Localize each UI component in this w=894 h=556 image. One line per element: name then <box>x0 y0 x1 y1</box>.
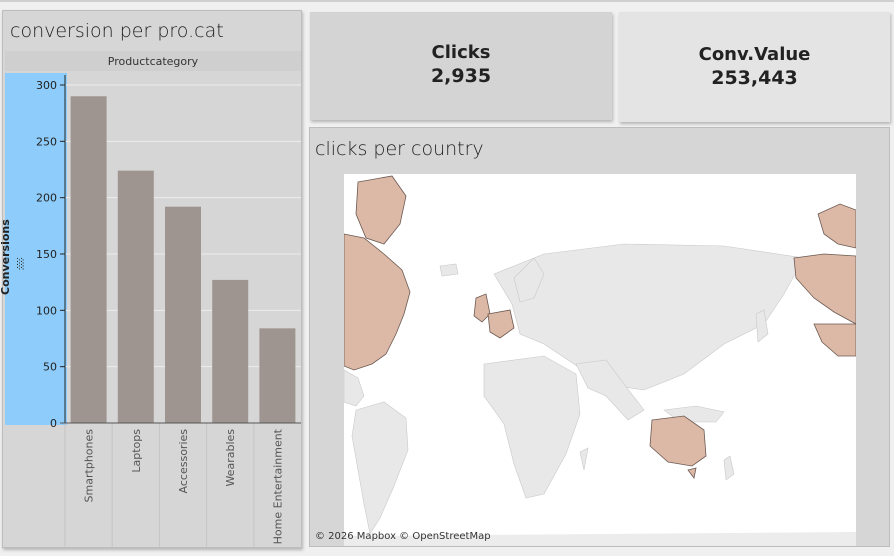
bar-wearables[interactable] <box>212 279 249 423</box>
bar-laptops[interactable] <box>117 170 154 423</box>
y-tick-label: 200 <box>36 192 57 205</box>
western-europe-shape <box>487 309 515 339</box>
y-tick-label: 100 <box>36 304 57 317</box>
kpi-card-conv-value[interactable]: Conv.Value 253,443 <box>619 12 890 122</box>
madagascar-shape <box>579 447 589 471</box>
kpi-clicks-value: 2,935 <box>430 65 492 87</box>
map-attribution[interactable]: © 2026 Mapbox © OpenStreetMap <box>315 531 491 542</box>
world-map-graphic <box>344 175 856 546</box>
y-tick-label: 150 <box>36 248 57 261</box>
conversion-chart-panel[interactable]: conversion per pro.cat Productcategory C… <box>0 10 302 548</box>
australia-shape <box>649 415 707 467</box>
x-tick-label: Smartphones <box>83 429 96 503</box>
greenland-shape <box>355 175 407 245</box>
kpi-conv-value-label: Conv.Value <box>698 44 811 65</box>
tasmania-shape <box>687 467 697 479</box>
south-america-shape <box>351 401 409 535</box>
x-tick-label: Laptops <box>130 429 143 473</box>
uk-shape <box>473 293 491 323</box>
kpi-conv-value-value: 253,443 <box>711 67 798 89</box>
x-tick-label: Wearables <box>224 429 237 487</box>
y-tick-label: 0 <box>50 417 57 430</box>
iceland-shape <box>439 263 459 277</box>
y-tick-label: 250 <box>36 135 57 148</box>
map-panel[interactable]: clicks per country © 2026 Mapbox © OpenS… <box>309 127 890 547</box>
canada-east-islands-shape <box>817 203 856 249</box>
x-tick-label: Home Entertainment <box>271 428 284 544</box>
bar-accessories[interactable] <box>165 206 201 423</box>
central-america-shape <box>344 369 365 407</box>
bar-smartphones[interactable] <box>70 96 107 424</box>
new-zealand-shape <box>723 455 735 481</box>
y-tick-label: 50 <box>43 361 57 374</box>
alaska-shape <box>793 253 856 325</box>
x-tick-label: Accessories <box>177 429 190 494</box>
map-panel-title: clicks per country <box>315 138 484 160</box>
north-america-shape <box>344 233 411 371</box>
top-border <box>0 0 894 2</box>
africa-shape <box>483 355 581 499</box>
bar-home-entertainment[interactable] <box>259 328 296 423</box>
world-map[interactable] <box>344 174 856 546</box>
bar-chart: 0 50 100 150 200 250 300 Smartphones Laptops Acce… <box>36 75 301 547</box>
y-tick-label: 300 <box>36 79 57 92</box>
kpi-clicks-label: Clicks <box>431 42 491 63</box>
us-west-shape <box>813 323 856 357</box>
kpi-card-clicks[interactable]: Clicks 2,935 <box>310 12 612 120</box>
